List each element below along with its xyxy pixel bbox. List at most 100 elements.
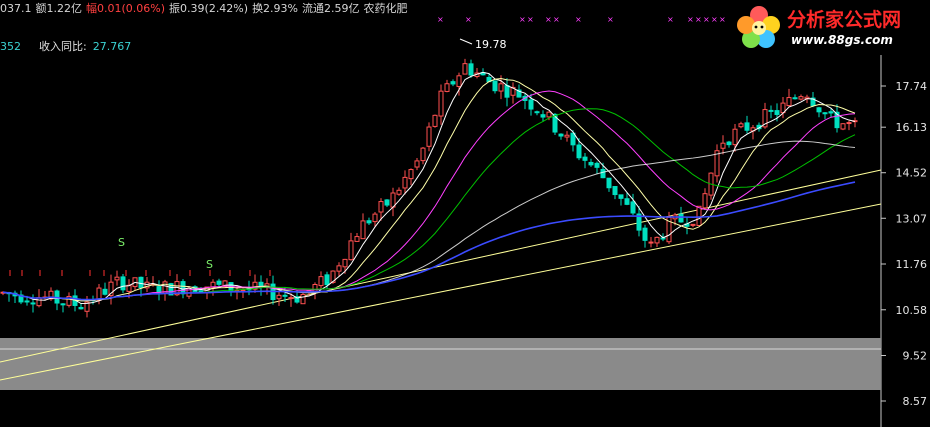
event-marker: × xyxy=(719,15,726,24)
candle-body xyxy=(444,83,450,92)
candle-body xyxy=(600,168,606,179)
event-marker: × xyxy=(703,15,710,24)
candle-body xyxy=(282,294,288,297)
signal-label: S xyxy=(206,258,213,271)
y-tick-label: 13.07 xyxy=(896,212,928,225)
quote-change: 0.01(0.06%) xyxy=(97,2,166,15)
candle-body xyxy=(582,156,588,161)
candle-body xyxy=(738,123,744,128)
candle-body xyxy=(654,236,660,244)
candle-body xyxy=(216,280,222,285)
quote-change-label: 幅 xyxy=(86,2,97,15)
candle-body xyxy=(102,288,108,295)
candle-body xyxy=(348,240,354,261)
indicator-value: 27.767 xyxy=(92,40,132,53)
candle-body xyxy=(120,276,126,291)
lower-pane-band xyxy=(0,338,881,390)
ma120-line xyxy=(2,181,856,301)
event-marker: × xyxy=(545,15,552,24)
y-tick-label: 10.58 xyxy=(896,304,928,317)
indicator-left-value: 352 xyxy=(0,40,21,53)
candle-body xyxy=(324,274,330,286)
candle-body xyxy=(642,227,648,241)
indicator-name: 收入同比: xyxy=(39,40,87,53)
candle-body xyxy=(558,133,564,137)
candle-body xyxy=(798,96,804,100)
y-tick-label: 17.74 xyxy=(896,80,928,93)
candle-body xyxy=(300,293,306,305)
candle-body xyxy=(696,205,702,226)
candle-body xyxy=(60,303,66,306)
y-tick-label: 9.52 xyxy=(903,349,928,362)
trendline-upper xyxy=(0,169,882,363)
candle-body xyxy=(576,144,582,159)
candle-body xyxy=(372,213,378,223)
candle-body xyxy=(528,99,534,110)
candle-body xyxy=(624,198,630,205)
candle-body xyxy=(726,141,732,146)
candle-body xyxy=(468,63,474,76)
logo-url[interactable]: www.88gs.com xyxy=(791,33,893,47)
candle-body xyxy=(78,306,84,310)
event-marker: × xyxy=(519,15,526,24)
y-tick-label: 16.13 xyxy=(896,121,928,134)
event-marker: × xyxy=(575,15,582,24)
candle-body xyxy=(336,265,342,272)
candle-body xyxy=(564,134,570,138)
candle-body xyxy=(342,258,348,268)
candle-body xyxy=(414,160,420,168)
quote-turnover: 换2.93% xyxy=(252,2,299,15)
candle-body xyxy=(648,241,654,244)
candle-body xyxy=(504,85,510,98)
candle-body xyxy=(138,276,144,289)
quote-float: 流通2.59亿 xyxy=(302,2,360,15)
event-marker: × xyxy=(607,15,614,24)
quote-amount: 额1.22亿 xyxy=(35,2,83,15)
ma10-line xyxy=(2,78,856,302)
quote-volume: 037.1 xyxy=(0,2,32,15)
candle-body xyxy=(702,193,708,209)
candle-body xyxy=(534,111,540,114)
event-marker: × xyxy=(687,15,694,24)
quote-amplitude: 振0.39(2.42%) xyxy=(169,2,249,15)
quote-info-bar: 037.1 额1.22亿 幅0.01(0.06%) 振0.39(2.42%) 换2.93… xyxy=(0,0,412,16)
event-marker: × xyxy=(695,15,702,24)
candle-body xyxy=(498,83,504,92)
candle-body xyxy=(378,201,384,213)
candle-body xyxy=(816,107,822,113)
candle-body xyxy=(768,109,774,112)
candle-body xyxy=(462,63,468,75)
peak-label: 19.78 xyxy=(475,38,507,51)
candle-body xyxy=(678,213,684,223)
candle-body xyxy=(384,199,390,206)
candle-body xyxy=(402,176,408,189)
indicator-legend: 352 收入同比: 27.767 xyxy=(0,38,131,54)
candle-body xyxy=(450,81,456,85)
event-marker: × xyxy=(437,15,444,24)
candle-body xyxy=(24,300,30,303)
y-tick-label: 11.76 xyxy=(896,258,928,271)
candle-body xyxy=(840,123,846,130)
candle-body xyxy=(546,111,552,118)
event-marker: × xyxy=(527,15,534,24)
stock-chart[interactable]: 17.74 16.13 14.52 13.07 11.76 10.58 9.52 8.57 19… xyxy=(0,0,930,427)
candle-body xyxy=(420,147,426,162)
candle-body xyxy=(594,162,600,168)
candle-body xyxy=(612,186,618,196)
candle-body xyxy=(366,220,372,224)
candle-body xyxy=(318,276,324,287)
event-marker: × xyxy=(465,15,472,24)
candle-body xyxy=(492,80,498,92)
peak-pointer xyxy=(459,38,473,45)
candle-body xyxy=(828,111,834,114)
candle-body xyxy=(288,297,294,300)
candle-body xyxy=(720,142,726,149)
candle-body xyxy=(540,114,546,118)
candle-body xyxy=(360,220,366,240)
candle-body xyxy=(792,97,798,100)
logo-title: 分析家公式网 xyxy=(787,9,902,31)
candle-body xyxy=(846,122,852,125)
candle-body xyxy=(588,161,594,166)
candle-body xyxy=(354,236,360,242)
signal-label: S xyxy=(118,236,125,249)
